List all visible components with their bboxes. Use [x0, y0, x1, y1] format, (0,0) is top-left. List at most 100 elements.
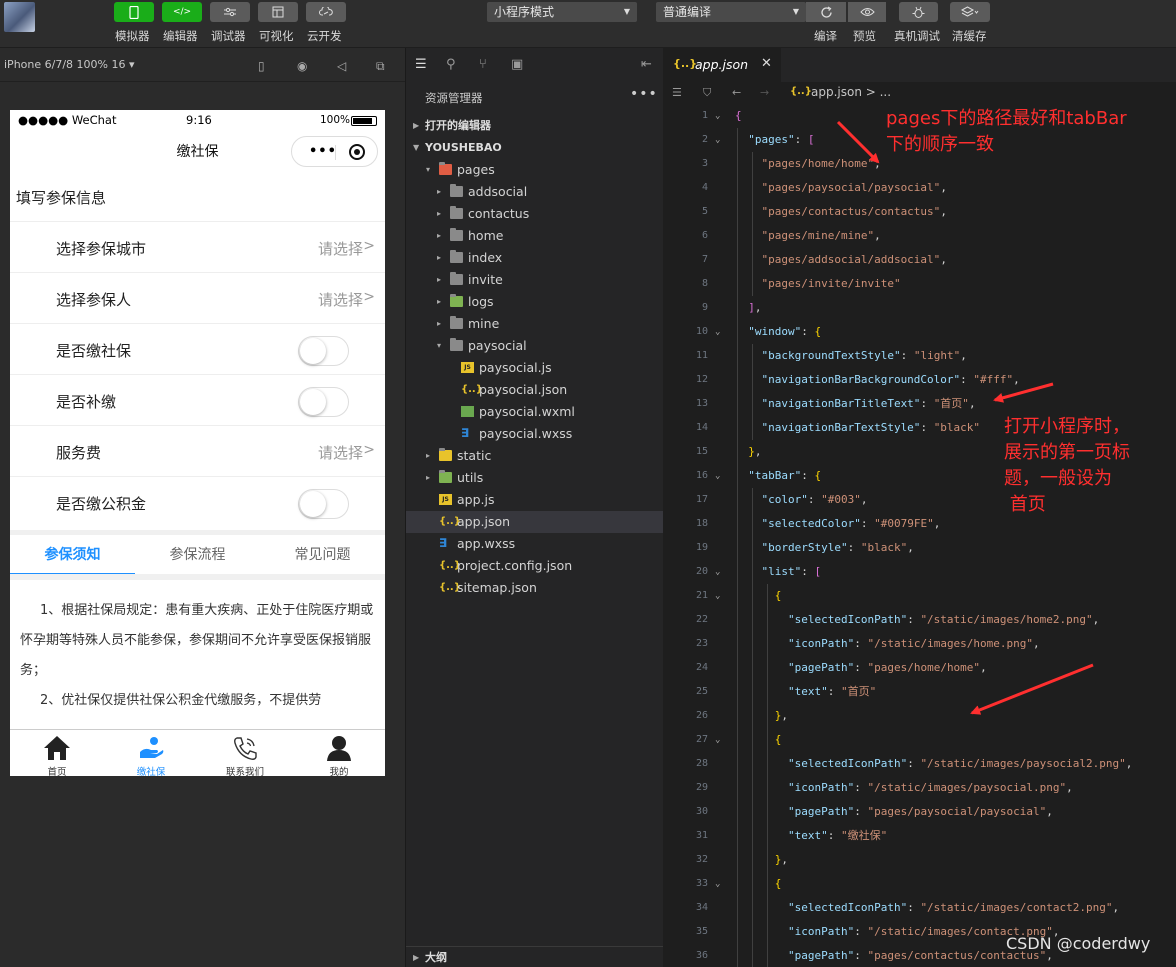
back-pay-switch[interactable] — [298, 387, 349, 417]
tree-item[interactable]: ▸ logs — [406, 291, 664, 313]
tree-item[interactable]: ∃ app.wxss — [406, 533, 664, 555]
code-line[interactable]: 21 ⌄ { — [663, 584, 1176, 608]
code-line[interactable]: 10 ⌄ "window": { — [663, 320, 1176, 344]
fold-chevron-icon[interactable]: ⌄ — [715, 584, 720, 608]
tree-item[interactable]: ▸ addsocial — [406, 181, 664, 203]
code-line[interactable]: 7 "pages/addsocial/addsocial", — [663, 248, 1176, 272]
tab-faq[interactable]: 常见问题 — [260, 544, 385, 564]
debugger-toggle-button[interactable] — [210, 2, 250, 22]
tree-item[interactable]: ▸ invite — [406, 269, 664, 291]
editor-toggle-button[interactable]: </> — [162, 2, 202, 22]
code-line[interactable]: 25 "text": "首页" — [663, 680, 1176, 704]
code-line[interactable]: 12 "navigationBarBackgroundColor": "#fff… — [663, 368, 1176, 392]
close-icon[interactable]: ✕ — [761, 56, 772, 71]
tree-item[interactable]: {..} project.config.json — [406, 555, 664, 577]
visual-toggle-button[interactable] — [258, 2, 298, 22]
popout-icon[interactable]: ⧉ — [376, 59, 385, 74]
close-circle-icon[interactable] — [349, 144, 365, 160]
insured-person-picker-row[interactable]: 选择参保人 请选择 > — [10, 273, 385, 324]
list-icon[interactable]: ☰ — [672, 86, 682, 99]
compile-select[interactable]: 普通编译 ▼ — [656, 2, 806, 22]
tab-insurance-process[interactable]: 参保流程 — [135, 544, 260, 564]
service-fee-picker-row[interactable]: 服务费 请选择 > — [10, 426, 385, 477]
tree-item[interactable]: ∃ paysocial.wxss — [406, 423, 664, 445]
compile-button[interactable] — [806, 2, 846, 22]
code-line[interactable]: 19 "borderStyle": "black", — [663, 536, 1176, 560]
code-line[interactable]: 9 ], — [663, 296, 1176, 320]
tree-item[interactable]: ▸ mine — [406, 313, 664, 335]
tabbar-item-paysocial[interactable]: 缴社保 — [104, 730, 198, 776]
breadcrumb[interactable]: app.json > ... — [811, 85, 891, 99]
remote-debug-button[interactable] — [899, 2, 938, 22]
project-section[interactable]: ▼ YOUSHEBAO — [406, 137, 664, 159]
device-select[interactable]: iPhone 6/7/8 100% 16 ▾ — [4, 58, 135, 71]
tree-item[interactable]: ▾ pages — [406, 159, 664, 181]
code-line[interactable]: 27 ⌄ { — [663, 728, 1176, 752]
tree-item[interactable]: paysocial.wxml — [406, 401, 664, 423]
code-line[interactable]: 8 "pages/invite/invite" — [663, 272, 1176, 296]
tab-insurance-notice[interactable]: 参保须知 — [10, 544, 135, 564]
fold-chevron-icon[interactable]: ⌄ — [715, 104, 720, 128]
tree-item[interactable]: ▾ paysocial — [406, 335, 664, 357]
code-line[interactable]: 5 "pages/contactus/contactus", — [663, 200, 1176, 224]
search-icon[interactable]: ⚲ — [446, 57, 456, 72]
code-line[interactable]: 26 }, — [663, 704, 1176, 728]
code-line[interactable]: 24 "pagePath": "pages/home/home", — [663, 656, 1176, 680]
simulator-toggle-button[interactable] — [114, 2, 154, 22]
code-line[interactable]: 23 "iconPath": "/static/images/home.png"… — [663, 632, 1176, 656]
fold-chevron-icon[interactable]: ⌄ — [715, 128, 720, 152]
tab-app-json[interactable]: {..} app.json ✕ — [663, 48, 781, 82]
tree-item[interactable]: ▸ home — [406, 225, 664, 247]
code-line[interactable]: 4 "pages/paysocial/paysocial", — [663, 176, 1176, 200]
tree-item[interactable]: ▸ utils — [406, 467, 664, 489]
housing-fund-switch[interactable] — [298, 489, 349, 519]
code-line[interactable]: 28 "selectedIconPath": "/static/images/p… — [663, 752, 1176, 776]
back-arrow-icon[interactable]: ← — [732, 86, 741, 99]
code-line[interactable]: 30 "pagePath": "pages/paysocial/paysocia… — [663, 800, 1176, 824]
clear-cache-button[interactable] — [950, 2, 990, 22]
tree-item[interactable]: {..} app.json — [406, 511, 664, 533]
tree-item[interactable]: JS paysocial.js — [406, 357, 664, 379]
preview-button[interactable] — [848, 2, 886, 22]
fold-chevron-icon[interactable]: ⌄ — [715, 464, 720, 488]
open-editors-section[interactable]: ▶ 打开的编辑器 — [406, 115, 664, 137]
code-line[interactable]: 20 ⌄ "list": [ — [663, 560, 1176, 584]
code-line[interactable]: 31 "text": "缴社保" — [663, 824, 1176, 848]
fold-chevron-icon[interactable]: ⌄ — [715, 872, 720, 896]
tree-item[interactable]: {..} sitemap.json — [406, 577, 664, 599]
tree-item[interactable]: JS app.js — [406, 489, 664, 511]
git-branch-icon[interactable]: ⑂ — [479, 57, 487, 72]
files-icon[interactable]: ☰ — [415, 57, 427, 72]
outline-section[interactable]: ▶ 大纲 — [406, 946, 664, 967]
cloud-dev-button[interactable] — [306, 2, 346, 22]
code-line[interactable]: 29 "iconPath": "/static/images/paysocial… — [663, 776, 1176, 800]
code-line[interactable]: 13 "navigationBarTitleText": "首页", — [663, 392, 1176, 416]
tabbar-item-contact[interactable]: 联系我们 — [198, 730, 292, 776]
forward-arrow-icon[interactable]: → — [760, 86, 769, 99]
more-icon[interactable]: ••• — [309, 144, 337, 159]
code-line[interactable]: 32 }, — [663, 848, 1176, 872]
tree-item[interactable]: ▸ contactus — [406, 203, 664, 225]
code-line[interactable]: 33 ⌄ { — [663, 872, 1176, 896]
tree-item[interactable]: ▸ static — [406, 445, 664, 467]
bookmark-icon[interactable]: ⛉ — [703, 86, 711, 100]
tree-item[interactable]: ▸ index — [406, 247, 664, 269]
phone-outline-icon[interactable]: ▯ — [258, 59, 265, 73]
fold-chevron-icon[interactable]: ⌄ — [715, 728, 720, 752]
fold-chevron-icon[interactable]: ⌄ — [715, 560, 720, 584]
collapse-panel-icon[interactable]: ⇤ — [641, 57, 652, 72]
mode-select[interactable]: 小程序模式 ▼ — [487, 2, 637, 22]
more-actions-icon[interactable]: ••• — [630, 86, 658, 102]
code-line[interactable]: 22 "selectedIconPath": "/static/images/h… — [663, 608, 1176, 632]
code-line[interactable]: 6 "pages/mine/mine", — [663, 224, 1176, 248]
tabbar-item-home[interactable]: 首页 — [10, 730, 104, 776]
user-avatar[interactable] — [4, 2, 35, 32]
fold-chevron-icon[interactable]: ⌄ — [715, 320, 720, 344]
code-line[interactable]: 34 "selectedIconPath": "/static/images/c… — [663, 896, 1176, 920]
volume-icon[interactable]: ◁ — [337, 59, 346, 73]
code-line[interactable]: 11 "backgroundTextStyle": "light", — [663, 344, 1176, 368]
extensions-icon[interactable]: ▣ — [511, 57, 523, 72]
record-icon[interactable]: ◉ — [297, 59, 307, 73]
tree-item[interactable]: {..} paysocial.json — [406, 379, 664, 401]
social-insurance-switch[interactable] — [298, 336, 349, 366]
